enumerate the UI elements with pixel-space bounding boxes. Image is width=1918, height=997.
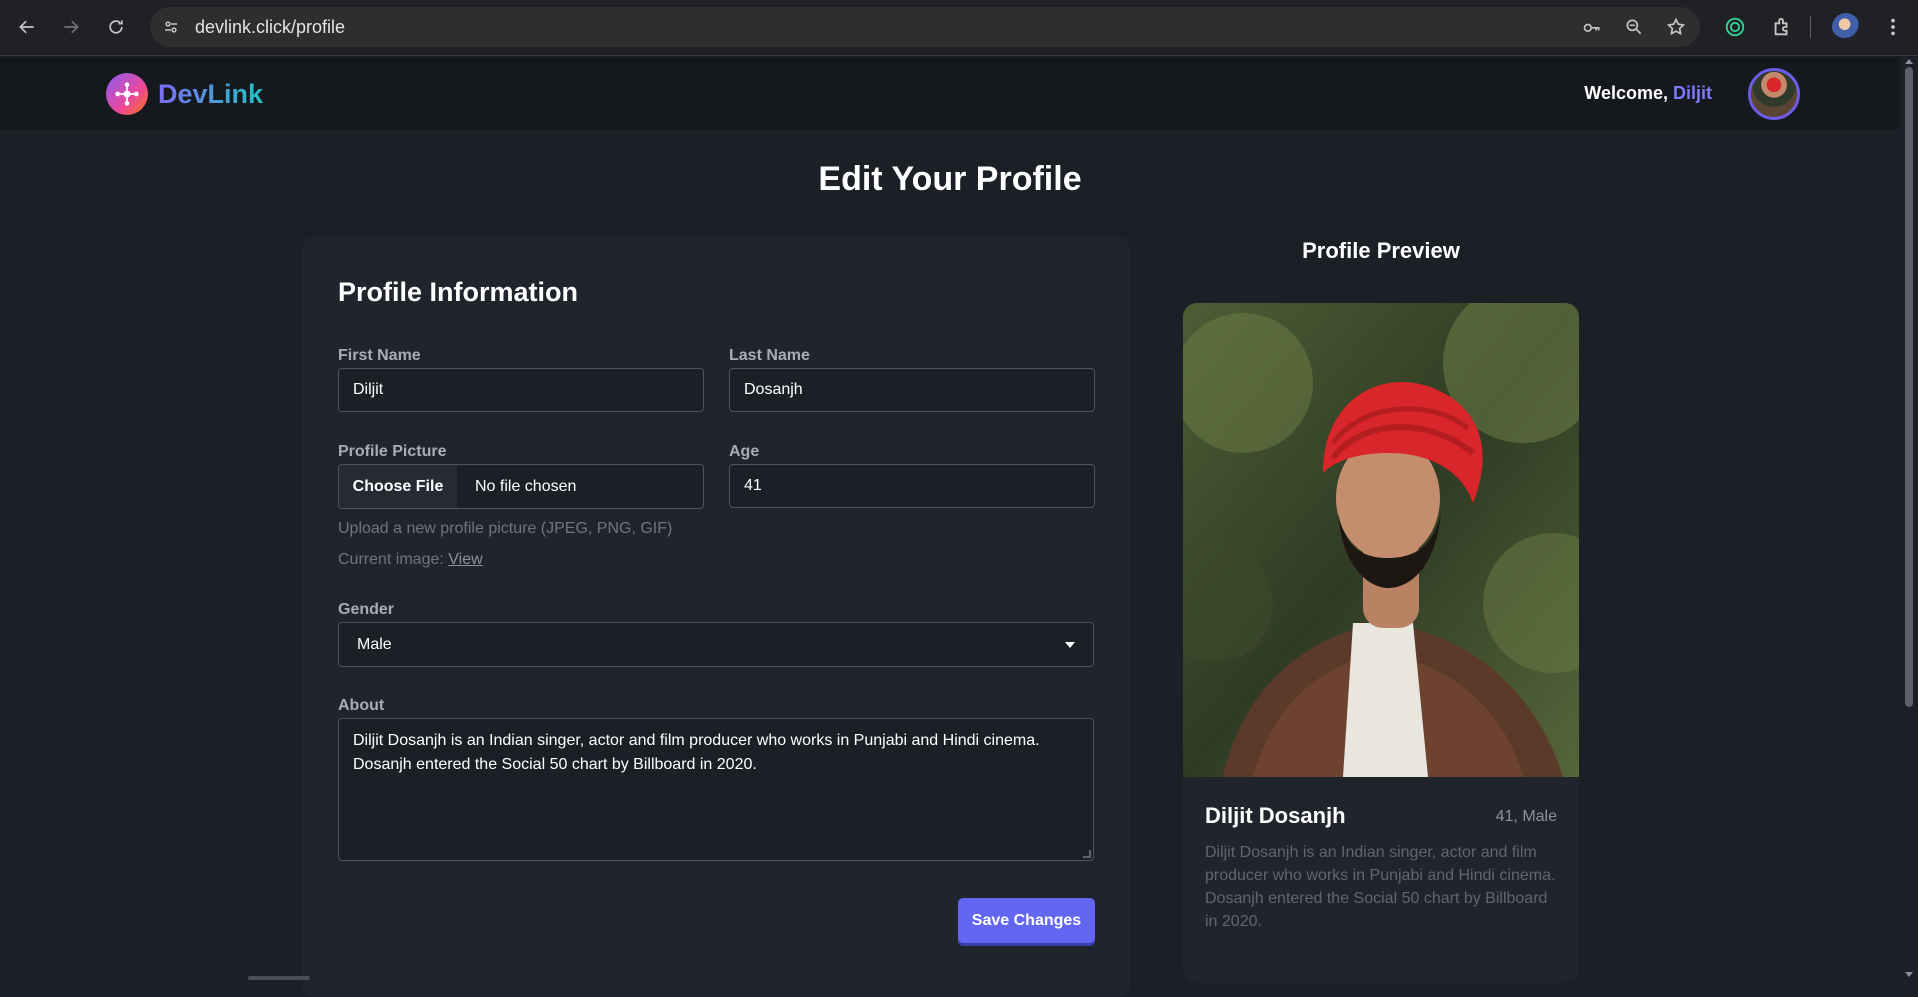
tune-icon <box>165 21 177 33</box>
browser-profile-avatar[interactable] <box>1832 13 1860 41</box>
profile-photo-illustration <box>1183 303 1579 777</box>
address-bar-actions <box>1582 7 1686 47</box>
page-title: Edit Your Profile <box>818 160 1082 198</box>
horizontal-scroll-thumb[interactable] <box>248 976 310 980</box>
star-icon[interactable] <box>1666 17 1686 37</box>
site-info-button[interactable] <box>155 11 187 43</box>
preview-age-gender: 41, Male <box>1495 808 1557 825</box>
welcome-message: Welcome, Diljit <box>1584 83 1712 104</box>
last-name-input[interactable]: Dosanjh <box>729 368 1095 412</box>
section-title: Profile Information <box>338 277 579 307</box>
current-image-text: Current image: View <box>338 551 483 569</box>
last-name-label: Last Name <box>729 347 810 364</box>
url-text: devlink.click/profile <box>195 16 346 37</box>
brand-link[interactable]: DevLink <box>106 73 263 115</box>
arrow-right-icon <box>64 20 79 34</box>
profile-preview-card: Diljit Dosanjh 41, Male Diljit Dosanjh i… <box>1183 303 1579 983</box>
profile-picture-file-input[interactable]: Choose File No file chosen <box>338 464 704 509</box>
forward-button[interactable] <box>56 12 86 42</box>
caret-down-icon <box>1065 642 1075 648</box>
about-text: Diljit Dosanjh is an Indian singer, acto… <box>353 732 1040 773</box>
user-avatar[interactable] <box>1748 68 1800 120</box>
extensions-menu-button[interactable] <box>1767 12 1797 42</box>
page-scrollbar[interactable] <box>1900 57 1918 980</box>
toolbar-divider <box>1810 16 1811 38</box>
scroll-up-icon[interactable] <box>1905 59 1913 64</box>
gender-selected-value: Male <box>357 635 392 653</box>
gender-select[interactable]: Male <box>338 622 1094 667</box>
preview-name: Diljit Dosanjh <box>1205 803 1346 828</box>
choose-file-button[interactable]: Choose File <box>339 465 457 508</box>
resize-handle-icon[interactable] <box>1083 850 1091 858</box>
scroll-thumb[interactable] <box>1905 67 1913 707</box>
browser-menu-button[interactable] <box>1878 12 1908 42</box>
profile-photo <box>1183 303 1579 777</box>
upload-hint: Upload a new profile picture (JPEG, PNG,… <box>338 520 673 537</box>
more-vertical-icon <box>1891 18 1895 36</box>
extension-button[interactable] <box>1720 12 1750 42</box>
age-label: Age <box>729 443 760 460</box>
current-image-prefix: Current image: <box>338 551 449 568</box>
welcome-prefix: Welcome, <box>1584 83 1673 103</box>
first-name-label: First Name <box>338 347 421 364</box>
profile-form-card: Profile Information First Name Diljit La… <box>302 237 1130 997</box>
key-icon[interactable] <box>1582 17 1602 37</box>
scroll-down-icon[interactable] <box>1905 972 1913 977</box>
preview-title: Profile Preview <box>1302 238 1460 263</box>
about-textarea[interactable]: Diljit Dosanjh is an Indian singer, acto… <box>338 718 1094 861</box>
logo-icon <box>106 73 148 115</box>
profile-picture-label: Profile Picture <box>338 443 447 460</box>
about-label: About <box>338 697 385 714</box>
view-image-link[interactable]: View <box>448 551 482 568</box>
puzzle-icon <box>1774 17 1788 36</box>
file-status: No file chosen <box>475 477 577 495</box>
first-name-input[interactable]: Diljit <box>338 368 704 412</box>
welcome-user-name: Diljit <box>1673 83 1712 103</box>
save-changes-button[interactable]: Save Changes <box>958 898 1095 943</box>
browser-toolbar: devlink.click/profile <box>0 0 1918 56</box>
network-icon <box>115 82 139 106</box>
preview-about: Diljit Dosanjh is an Indian singer, acto… <box>1205 844 1556 930</box>
target-extension-icon <box>1725 17 1745 37</box>
zoom-icon[interactable] <box>1624 17 1644 37</box>
address-bar[interactable]: devlink.click/profile <box>150 7 1700 47</box>
back-button[interactable] <box>12 12 42 42</box>
reload-icon <box>109 20 123 34</box>
brand-name: DevLink <box>158 78 264 109</box>
age-input[interactable]: 41 <box>729 464 1095 508</box>
app-header: DevLink Welcome, Diljit <box>0 57 1900 129</box>
arrow-left-icon <box>19 20 34 34</box>
reload-button[interactable] <box>101 12 131 42</box>
gender-label: Gender <box>338 601 395 618</box>
